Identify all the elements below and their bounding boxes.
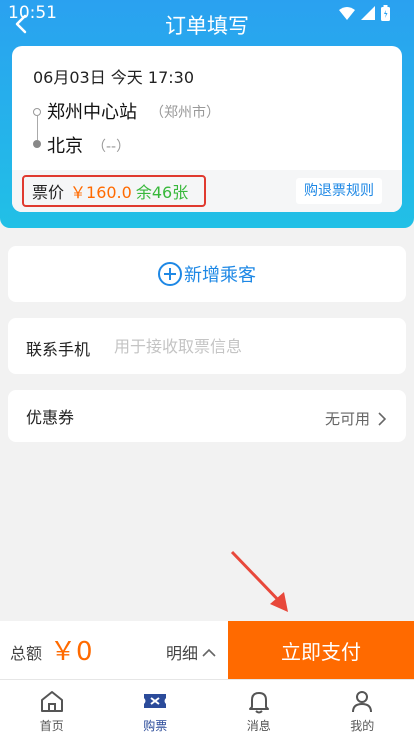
tab-messages[interactable]: 消息 xyxy=(207,680,311,736)
coupon-value: 无可用 xyxy=(324,410,370,428)
total-value: ￥0 xyxy=(50,637,93,667)
departure-station: 郑州中心站 xyxy=(47,102,137,123)
bell-icon xyxy=(248,692,269,714)
plus-circle-icon xyxy=(158,262,182,286)
add-passenger-button[interactable]: 新增乘客 xyxy=(8,246,406,302)
user-icon xyxy=(352,691,373,713)
chevron-up-icon xyxy=(202,648,216,657)
tab-home-label: 首页 xyxy=(39,719,64,733)
tab-home[interactable]: 首页 xyxy=(0,680,104,736)
ticket-icon xyxy=(144,694,167,708)
arrival-city: （--） xyxy=(92,139,131,155)
home-icon xyxy=(40,691,63,712)
coupon-label: 优惠券 xyxy=(26,408,75,427)
detail-label: 明细 xyxy=(166,644,199,663)
tab-tickets-label: 购票 xyxy=(143,719,168,733)
route-end-dot xyxy=(33,140,41,148)
price-label: 票价 xyxy=(32,183,65,202)
tab-profile-label: 我的 xyxy=(350,719,375,733)
total-label: 总额 xyxy=(10,644,43,663)
add-passenger-label: 新增乘客 xyxy=(184,265,256,286)
tab-tickets[interactable]: 购票 xyxy=(104,680,208,736)
route-start-dot xyxy=(33,108,41,116)
price-bar: 票价 ￥160.0 余46张 购退票规则 xyxy=(12,170,402,212)
coupon-status: 无可用 xyxy=(325,408,386,429)
contact-phone-label: 联系手机 xyxy=(26,340,91,359)
page-title: 订单填写 xyxy=(165,14,249,38)
seats-left: 余46张 xyxy=(135,183,189,202)
price-value: ￥160.0 xyxy=(70,183,132,202)
contact-phone-row: 联系手机 xyxy=(8,318,406,374)
chevron-right-icon xyxy=(378,411,386,426)
bottom-tab-bar: 首页 购票 消息 我的 xyxy=(0,679,414,736)
pay-now-button[interactable]: 立即支付 xyxy=(228,621,414,679)
tab-messages-label: 消息 xyxy=(246,719,271,733)
coupon-row[interactable]: 优惠券 无可用 xyxy=(8,390,406,442)
price-detail-toggle[interactable]: 明细 xyxy=(166,640,216,664)
route-line xyxy=(37,116,38,140)
annotation-arrow xyxy=(230,550,288,612)
price-highlight-box: 票价 ￥160.0 余46张 xyxy=(22,175,206,207)
ticket-card: 06月03日 今天 17:30 郑州中心站 （郑州市） 北京 （--） 票价 ￥… xyxy=(12,46,402,212)
departure-city: （郑州市） xyxy=(150,105,220,121)
contact-phone-input[interactable] xyxy=(114,332,384,360)
refund-rules-link[interactable]: 购退票规则 xyxy=(296,178,382,204)
arrival-station: 北京 xyxy=(47,136,83,157)
trip-date: 06月03日 今天 17:30 xyxy=(33,68,195,87)
checkout-bar: 总额 ￥0 明细 立即支付 xyxy=(0,621,414,679)
tab-profile[interactable]: 我的 xyxy=(311,680,414,736)
